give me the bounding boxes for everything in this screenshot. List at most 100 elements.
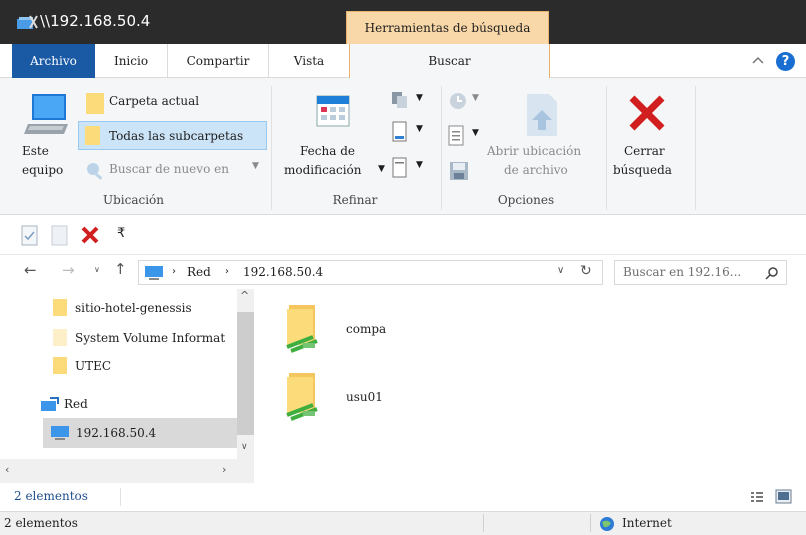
- group-separator: [606, 86, 607, 210]
- folder-icon: [53, 329, 67, 346]
- address-dropdown-icon[interactable]: ∨: [557, 265, 564, 276]
- tab-vista[interactable]: Vista: [268, 44, 349, 78]
- network-share-icon: [286, 373, 318, 421]
- este-equipo-label-2: equipo: [22, 163, 64, 177]
- dropdown-arrow-icon: ▼: [472, 128, 479, 138]
- abrir-label-1: Abrir ubicación: [487, 144, 582, 158]
- scroll-right-icon[interactable]: ›: [222, 463, 226, 476]
- share-item-compa[interactable]: compa: [283, 299, 403, 359]
- customize-toolbar-icon[interactable]: ₹: [117, 226, 125, 241]
- navigation-pane: sitio-hotel-genessis System Volume Infor…: [0, 289, 259, 484]
- opciones-avanzadas-button[interactable]: ▼: [446, 125, 486, 147]
- title-bar: \\192.168.50.4 Herramientas de búsqueda: [0, 0, 806, 44]
- abrir-ubicacion-button[interactable]: Abrir ubicación de archivo: [484, 140, 599, 184]
- todas-subcarpetas-button[interactable]: Todas las subcarpetas: [78, 121, 267, 150]
- cerrar-label-1: Cerrar: [624, 144, 665, 158]
- tipo-button[interactable]: ▼: [388, 90, 432, 112]
- nav-item-system-volume[interactable]: System Volume Informat: [0, 324, 237, 352]
- open-location-icon: [527, 94, 557, 136]
- search-icon[interactable]: [765, 266, 779, 280]
- nav-vertical-scrollbar[interactable]: ^ ∨: [237, 289, 254, 459]
- scroll-left-icon[interactable]: ‹: [5, 463, 9, 476]
- internet-globe-icon: [600, 517, 614, 531]
- save-search-icon[interactable]: [449, 161, 469, 181]
- cerrar-busqueda-button[interactable]: Cerrar búsqueda: [608, 88, 694, 186]
- item-name: usu01: [346, 390, 383, 404]
- folder-icon: [53, 299, 67, 316]
- forward-icon[interactable]: →: [62, 261, 75, 279]
- nav-item-label: sitio-hotel-genessis: [75, 301, 192, 315]
- nav-item-utec[interactable]: UTEC: [0, 352, 237, 380]
- search-again-icon: [87, 163, 103, 180]
- kind-icon: [392, 92, 407, 108]
- opciones-group-label: Opciones: [497, 193, 555, 207]
- search-box[interactable]: Buscar en 192.16...: [614, 260, 787, 285]
- nav-item-red[interactable]: Red: [0, 390, 237, 418]
- nav-item-sitio-hotel[interactable]: sitio-hotel-genessis: [0, 294, 237, 322]
- bottom-item-count: 2 elementos: [4, 516, 78, 530]
- este-equipo-label-1: Este: [22, 144, 49, 158]
- dropdown-arrow-icon: ▼: [378, 164, 385, 174]
- close-icon[interactable]: [79, 224, 101, 246]
- navigation-bar: ← → ∨ ↑ › Red › 192.168.50.4 ∨ ↻ Buscar …: [0, 255, 806, 289]
- refresh-icon[interactable]: ↻: [580, 263, 592, 279]
- fecha-modificacion-button[interactable]: Fecha de modificación ▼: [280, 140, 390, 184]
- bottom-status-bar: 2 elementos Internet: [0, 511, 806, 535]
- refinar-group-label: Refinar: [332, 193, 378, 207]
- ribbon-tab-bar: Archivo Inicio Compartir Vista Buscar: [0, 44, 806, 79]
- breadcrumb-separator-icon: ›: [225, 266, 229, 277]
- fecha-label-1: Fecha de: [300, 144, 355, 158]
- nav-item-label: 192.168.50.4: [76, 426, 157, 440]
- details-view-icon[interactable]: [750, 490, 764, 504]
- scroll-up-icon[interactable]: ^: [240, 289, 249, 302]
- folder-icon: [86, 93, 104, 114]
- search-input[interactable]: Buscar en 192.16...: [623, 265, 741, 279]
- ribbon-panel: Este equipo Carpeta actual Todas las sub…: [0, 78, 806, 215]
- tab-compartir[interactable]: Compartir: [167, 44, 268, 78]
- busquedas-recientes-button[interactable]: ▼: [446, 90, 486, 112]
- scroll-down-icon[interactable]: ∨: [241, 442, 248, 452]
- quick-access-toolbar: ₹: [0, 215, 806, 255]
- back-icon[interactable]: ←: [24, 261, 37, 279]
- cerrar-label-2: búsqueda: [613, 163, 672, 177]
- carpeta-actual-button[interactable]: Carpeta actual: [82, 90, 262, 116]
- status-bar: 2 elementos: [0, 484, 806, 511]
- computer-icon: [51, 426, 69, 440]
- up-icon[interactable]: ↑: [114, 260, 127, 278]
- breadcrumb-red[interactable]: Red: [187, 265, 211, 279]
- window-title: \\192.168.50.4: [40, 12, 151, 30]
- address-bar[interactable]: › Red › 192.168.50.4 ∨ ↻: [138, 260, 603, 285]
- subfolders-icon: [85, 126, 100, 145]
- network-share-icon: [286, 305, 318, 353]
- share-item-usu01[interactable]: usu01: [283, 367, 403, 427]
- new-folder-icon[interactable]: [51, 225, 69, 246]
- folder-icon: [53, 357, 67, 374]
- breadcrumb-ip[interactable]: 192.168.50.4: [243, 265, 323, 279]
- nav-item-label: Red: [64, 397, 88, 411]
- status-divider: [120, 488, 121, 506]
- collapse-ribbon-icon[interactable]: [751, 54, 765, 68]
- dropdown-arrow-icon: ▼: [252, 161, 259, 171]
- nav-horizontal-scrollbar[interactable]: ‹ ›: [0, 459, 254, 483]
- fecha-label-2: modificación: [284, 163, 362, 177]
- file-list: compa usu01: [259, 289, 806, 484]
- tab-buscar[interactable]: Buscar: [349, 44, 550, 79]
- properties-icon[interactable]: [21, 225, 39, 246]
- abrir-label-2: de archivo: [504, 163, 568, 177]
- breadcrumb-separator-icon: ›: [172, 266, 176, 277]
- tamano-button[interactable]: ▼: [388, 121, 432, 143]
- nav-item-192-168-50-4[interactable]: 192.168.50.4: [43, 418, 237, 448]
- help-icon[interactable]: ?: [776, 52, 795, 71]
- scrollbar-thumb[interactable]: [237, 312, 254, 435]
- otras-propiedades-button[interactable]: ▼: [388, 157, 432, 179]
- tab-inicio[interactable]: Inicio: [95, 44, 167, 78]
- tab-archivo[interactable]: Archivo: [12, 44, 95, 78]
- recent-locations-icon[interactable]: ∨: [94, 265, 100, 274]
- este-equipo-button[interactable]: Este equipo: [14, 140, 72, 184]
- item-name: compa: [346, 322, 387, 336]
- calendar-icon: [316, 95, 350, 127]
- explorer-app-icon: [17, 15, 38, 29]
- buscar-de-nuevo-button[interactable]: Buscar de nuevo en ▼: [82, 158, 272, 184]
- large-icons-view-icon[interactable]: [775, 489, 792, 504]
- computer-icon: [24, 94, 68, 134]
